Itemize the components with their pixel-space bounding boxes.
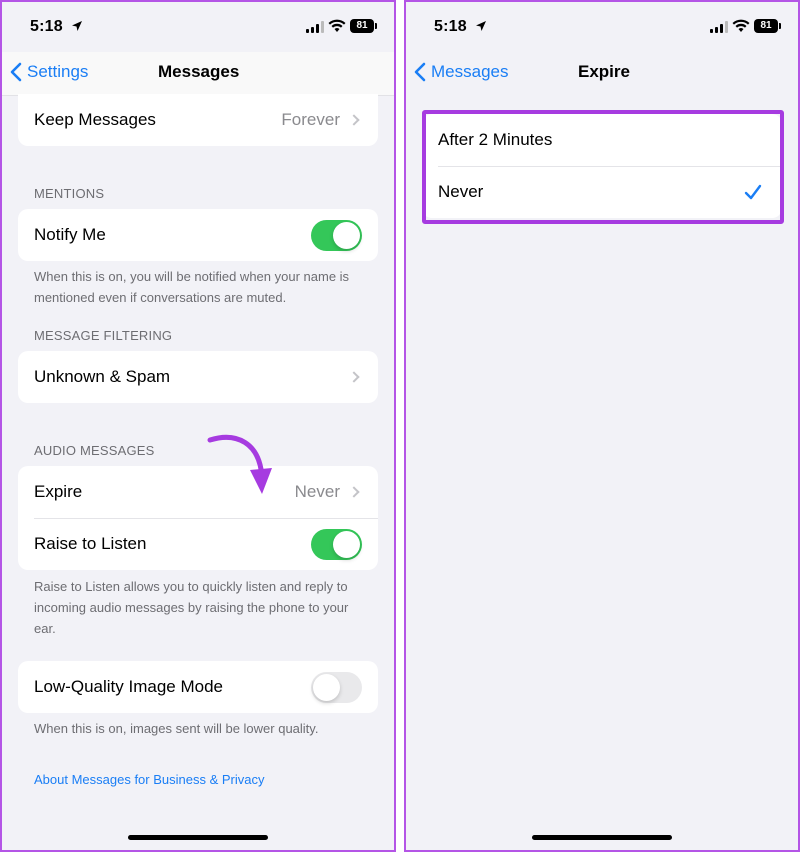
notify-me-row: Notify Me [18, 209, 378, 261]
about-messages-link[interactable]: About Messages for Business & Privacy [34, 772, 265, 787]
notify-me-label: Notify Me [34, 225, 106, 244]
keep-messages-label: Keep Messages [34, 110, 156, 129]
back-label: Messages [431, 62, 509, 81]
location-arrow-icon [72, 21, 82, 31]
back-chevron-icon [414, 62, 426, 82]
back-button[interactable]: Settings [10, 62, 88, 82]
annotation-highlight-box [422, 110, 784, 224]
expire-label: Expire [34, 482, 83, 501]
messages-settings-screen: 5:18 81 Settings Messages Keep Messages … [0, 0, 396, 852]
mentions-header: MENTIONS [34, 186, 105, 201]
chevron-right-icon [348, 114, 360, 126]
message-filtering-group: Unknown & Spam [18, 351, 378, 403]
nav-bar: Settings Messages [2, 52, 394, 96]
battery-icon: 81 [754, 19, 781, 33]
chevron-right-icon [348, 371, 360, 383]
unknown-spam-label: Unknown & Spam [34, 367, 171, 386]
raise-to-listen-toggle[interactable] [311, 528, 362, 560]
annotation-arrow-icon [207, 434, 272, 494]
raise-to-listen-row: Raise to Listen [18, 518, 378, 570]
low-quality-row: Low-Quality Image Mode [18, 661, 378, 713]
low-quality-label: Low-Quality Image Mode [34, 677, 223, 696]
status-time: 5:18 [434, 18, 467, 35]
keep-messages-value: Forever [281, 110, 340, 129]
wifi-icon [328, 19, 346, 32]
expire-row[interactable]: Expire Never [18, 466, 378, 518]
home-indicator[interactable] [128, 835, 268, 840]
audio-messages-header: AUDIO MESSAGES [34, 443, 155, 458]
signal-icon [306, 21, 324, 33]
signal-icon [710, 21, 728, 33]
notify-me-toggle[interactable] [311, 219, 362, 251]
keep-messages-row[interactable]: Keep Messages Forever [18, 94, 378, 146]
battery-icon: 81 [350, 19, 377, 33]
back-chevron-icon [10, 62, 22, 82]
status-time: 5:18 [30, 18, 63, 35]
page-title: Messages [158, 62, 240, 81]
home-indicator[interactable] [532, 835, 672, 840]
low-quality-group: Low-Quality Image Mode [18, 661, 378, 713]
unknown-spam-row[interactable]: Unknown & Spam [18, 351, 378, 403]
keep-messages-group: Keep Messages Forever [18, 94, 378, 146]
mentions-group: Notify Me [18, 209, 378, 261]
back-label: Settings [27, 62, 89, 81]
audio-messages-footer: Raise to Listen allows you to quickly li… [34, 579, 349, 636]
message-filtering-header: MESSAGE FILTERING [34, 328, 173, 343]
raise-to-listen-label: Raise to Listen [34, 534, 147, 553]
back-button[interactable]: Messages [414, 62, 508, 82]
page-title: Expire [578, 62, 630, 81]
nav-bar: Messages Expire [406, 52, 798, 96]
expire-value: Never [294, 482, 340, 501]
audio-messages-group: Expire Never Raise to Listen [18, 466, 378, 570]
mentions-footer: When this is on, you will be notified wh… [34, 269, 350, 305]
expire-options-screen: 5:18 81 Messages Expire After 2 Minutes … [404, 0, 800, 852]
chevron-right-icon [348, 486, 360, 498]
status-bar: 5:18 81 [406, 2, 798, 52]
low-quality-footer: When this is on, images sent will be low… [34, 721, 319, 736]
status-bar: 5:18 81 [2, 2, 394, 52]
location-arrow-icon [476, 21, 486, 31]
low-quality-toggle[interactable] [311, 671, 362, 703]
wifi-icon [732, 19, 750, 32]
